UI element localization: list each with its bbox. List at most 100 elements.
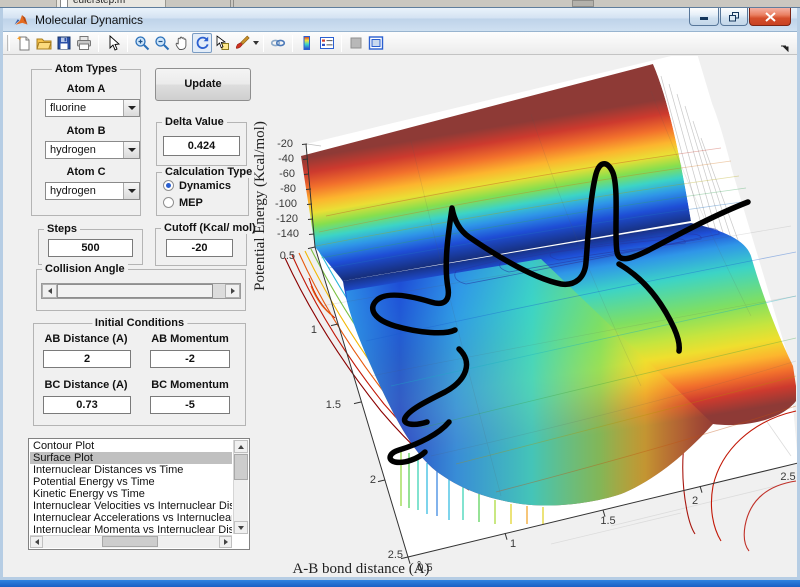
x-tick: 1.5: [600, 515, 615, 527]
slider-right-arrow[interactable]: [225, 284, 240, 298]
pan-icon[interactable]: [172, 33, 192, 53]
radio-dynamics-label[interactable]: Dynamics: [179, 180, 231, 192]
close-icon: [765, 12, 776, 22]
arrow-right-icon: [231, 288, 235, 294]
restore-icon: [729, 12, 740, 22]
collision-angle-slider[interactable]: [41, 283, 241, 299]
list-item[interactable]: Internuclear Distances vs Time: [30, 464, 232, 476]
atom-c-select[interactable]: hydrogen: [45, 182, 140, 200]
open-file-icon[interactable]: [34, 33, 54, 53]
horizontal-scroll-thumb[interactable]: [102, 536, 158, 547]
list-item[interactable]: Potential Energy vs Time: [30, 476, 232, 488]
ab-momentum-label: AB Momentum: [144, 333, 236, 345]
toolbar-overflow-arrow[interactable]: [781, 39, 789, 47]
x-tick: 2.5: [780, 471, 795, 483]
figure-client-area: Atom Types Atom A fluorine Atom B hydrog…: [3, 56, 797, 577]
horizontal-scrollbar[interactable]: [30, 535, 232, 548]
minimize-button[interactable]: [689, 8, 719, 26]
update-button[interactable]: Update: [155, 68, 251, 101]
ab-momentum-field[interactable]: -2: [150, 350, 230, 368]
delta-value-field[interactable]: 0.424: [163, 136, 240, 156]
data-cursor-icon[interactable]: [212, 33, 232, 53]
scroll-down-button[interactable]: [234, 521, 248, 534]
titlebar[interactable]: Molecular Dynamics: [3, 8, 797, 32]
list-item[interactable]: Kinetic Energy vs Time: [30, 488, 232, 500]
slider-thumb[interactable]: [57, 284, 213, 298]
arrow-left-icon: [48, 288, 52, 294]
insert-legend-icon[interactable]: [317, 33, 337, 53]
close-button[interactable]: [749, 8, 791, 26]
bc-distance-field[interactable]: 0.73: [43, 396, 131, 414]
print-figure-icon[interactable]: [74, 33, 94, 53]
plot-type-listbox[interactable]: Contour Plot Surface Plot Internuclear D…: [28, 438, 250, 550]
window-title: Molecular Dynamics: [35, 13, 143, 27]
dropdown-button[interactable]: [123, 100, 139, 116]
rotate-3d-icon[interactable]: [192, 33, 212, 53]
background-window: eulerstep.m: [0, 0, 800, 8]
plot-canvas[interactable]: -20 -40 -60 -80 -100 -120 -140 0.5 1 1.5…: [251, 56, 797, 577]
list-item[interactable]: Internuclear Velocities vs Internuclear …: [30, 500, 232, 512]
vertical-scroll-thumb[interactable]: [234, 454, 248, 480]
restore-button[interactable]: [720, 8, 748, 26]
y-tick: 1.5: [326, 399, 341, 411]
save-figure-icon[interactable]: [54, 33, 74, 53]
list-item[interactable]: Internuclear Accelerations vs Internucle…: [30, 512, 232, 524]
arrow-down-icon: [238, 526, 244, 530]
arrow-right-icon: [224, 539, 228, 545]
scroll-up-button[interactable]: [234, 440, 248, 453]
cutoff-field[interactable]: -20: [166, 239, 233, 257]
x-tick: 1: [510, 538, 516, 550]
scroll-right-button[interactable]: [219, 536, 232, 548]
z-tick: -140: [277, 228, 299, 240]
background-fragment: [572, 0, 594, 7]
cutoff-title: Cutoff (Kcal/ mol): [161, 222, 259, 234]
toolbar-grip: [7, 35, 10, 51]
toolbar-separator: [292, 35, 293, 52]
delta-value-title: Delta Value: [162, 116, 227, 128]
atom-b-select[interactable]: hydrogen: [45, 141, 140, 159]
bc-distance-label: BC Distance (A): [37, 379, 135, 391]
z-tick: -100: [275, 198, 297, 210]
radio-mep-label[interactable]: MEP: [179, 197, 203, 209]
chevron-down-icon: [128, 148, 136, 152]
dropdown-button[interactable]: [123, 142, 139, 158]
link-plot-icon[interactable]: [268, 33, 288, 53]
taskbar-sliver: [0, 580, 800, 587]
y-axis-label: Potential Energy (Kcal/mol): [252, 121, 268, 291]
edit-plot-icon[interactable]: [103, 33, 123, 53]
hide-plot-tools-icon[interactable]: [346, 33, 366, 53]
calculation-type-title: Calculation Type: [162, 166, 255, 178]
zoom-in-icon[interactable]: [132, 33, 152, 53]
steps-field[interactable]: 500: [48, 239, 133, 257]
bc-momentum-field[interactable]: -5: [150, 396, 230, 414]
brush-data-icon[interactable]: [232, 33, 252, 53]
initial-conditions-title: Initial Conditions: [92, 317, 187, 329]
zoom-out-icon[interactable]: [152, 33, 172, 53]
list-item-selected[interactable]: Surface Plot: [30, 452, 232, 464]
list-item[interactable]: Contour Plot: [30, 440, 232, 452]
background-editor-tab[interactable]: eulerstep.m: [56, 0, 166, 8]
surface-plot: -20 -40 -60 -80 -100 -120 -140 0.5 1 1.5…: [251, 56, 797, 577]
scroll-left-button[interactable]: [30, 536, 43, 548]
radio-dynamics[interactable]: [163, 180, 174, 191]
dropdown-button[interactable]: [123, 183, 139, 199]
slider-left-arrow[interactable]: [42, 284, 57, 298]
steps-title: Steps: [44, 223, 80, 235]
x-axis-label: A-B bond distance (Å): [292, 561, 429, 577]
y-tick: 2: [370, 474, 376, 486]
arrow-up-icon: [238, 445, 244, 449]
z-tick: -20: [277, 138, 293, 150]
ab-distance-field[interactable]: 2: [43, 350, 131, 368]
vertical-scrollbar[interactable]: [233, 440, 248, 534]
x-tick: 2: [692, 495, 698, 507]
toolbar-separator: [127, 35, 128, 52]
insert-colorbar-icon[interactable]: [297, 33, 317, 53]
file-icon: [60, 0, 68, 8]
atom-c-value: hydrogen: [50, 185, 96, 197]
radio-mep[interactable]: [163, 197, 174, 208]
new-figure-icon[interactable]: [14, 33, 34, 53]
arrow-left-icon: [35, 539, 39, 545]
show-plot-tools-dock-icon[interactable]: [366, 33, 386, 53]
atom-a-select[interactable]: fluorine: [45, 99, 140, 117]
brush-dropdown-caret[interactable]: [253, 41, 259, 45]
